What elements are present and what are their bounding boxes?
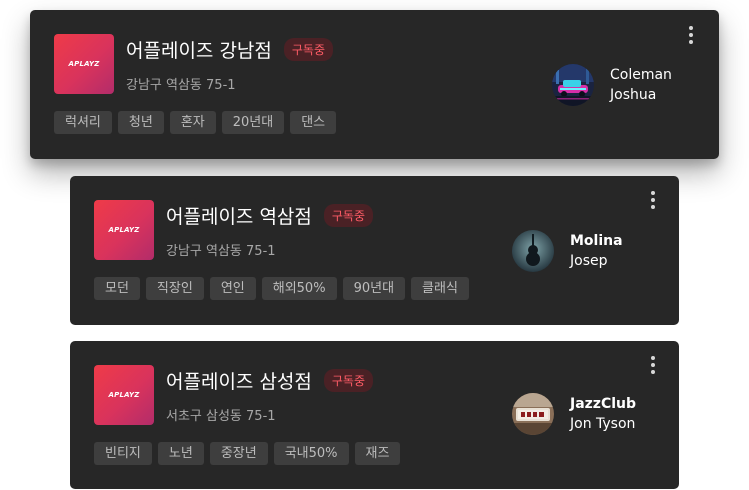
artist-info[interactable]: Coleman Joshua — [552, 64, 672, 106]
store-name[interactable]: 어플레이즈 강남점 — [126, 36, 272, 63]
store-address: 강남구 역삼동 75-1 — [166, 244, 276, 259]
tag: 해외50% — [261, 277, 337, 300]
tag: 청년 — [117, 111, 164, 134]
artist-name: JazzClub Jon Tyson — [570, 394, 636, 434]
tag: 국내50% — [273, 442, 349, 465]
artist-first-name: Coleman — [610, 67, 672, 83]
store-name[interactable]: 어플레이즈 역삼점 — [166, 202, 312, 229]
store-card[interactable]: APLAYZ 어플레이즈 강남점 구독중 강남구 역삼동 75-1 럭셔리 청년… — [30, 10, 719, 159]
store-card[interactable]: APLAYZ 어플레이즈 삼성점 구독중 서초구 삼성동 75-1 빈티지 노년… — [70, 341, 679, 489]
tag: 댄스 — [290, 111, 337, 134]
tag: 혼자 — [169, 111, 216, 134]
store-address: 강남구 역삼동 75-1 — [126, 78, 236, 93]
tag: 클래식 — [411, 277, 469, 300]
tag: 90년대 — [342, 277, 406, 300]
artist-first-name: JazzClub — [570, 396, 637, 412]
artist-first-name: Molina — [570, 233, 623, 249]
subscription-badge: 구독중 — [323, 204, 374, 227]
logo-text: APLAYZ — [68, 60, 100, 68]
artist-info[interactable]: Molina Josep — [512, 230, 623, 272]
aplayz-logo: APLAYZ — [54, 34, 114, 94]
artist-last-name: Jon Tyson — [570, 416, 636, 432]
tag: 노년 — [157, 442, 204, 465]
violin-avatar — [512, 230, 554, 272]
tag-list: 빈티지 노년 중장년 국내50% 재즈 — [94, 442, 401, 465]
more-options-icon[interactable] — [645, 354, 661, 376]
tag: 빈티지 — [94, 442, 152, 465]
neon-car-avatar — [552, 64, 594, 106]
aplayz-logo: APLAYZ — [94, 200, 154, 260]
store-address: 서초구 삼성동 75-1 — [166, 409, 276, 424]
tag-list: 럭셔리 청년 혼자 20년대 댄스 — [54, 111, 337, 134]
subscription-badge: 구독중 — [283, 38, 334, 61]
tag: 모던 — [94, 277, 140, 300]
store-title-row: 어플레이즈 삼성점 구독중 — [166, 367, 374, 394]
tag: 재즈 — [354, 442, 401, 465]
store-title-row: 어플레이즈 역삼점 구독중 — [166, 202, 374, 229]
artist-last-name: Joshua — [610, 87, 657, 103]
artist-name: Coleman Joshua — [610, 65, 672, 105]
aplayz-logo: APLAYZ — [94, 365, 154, 425]
logo-text: APLAYZ — [108, 226, 140, 234]
subscription-badge: 구독중 — [323, 369, 374, 392]
more-options-icon[interactable] — [683, 24, 699, 46]
tag: 직장인 — [145, 277, 204, 300]
tag: 럭셔리 — [54, 111, 112, 134]
store-card[interactable]: APLAYZ 어플레이즈 역삼점 구독중 강남구 역삼동 75-1 모던 직장인… — [70, 176, 679, 325]
tag: 중장년 — [209, 442, 268, 465]
artist-last-name: Josep — [570, 253, 608, 269]
logo-text: APLAYZ — [108, 391, 140, 399]
store-title-row: 어플레이즈 강남점 구독중 — [126, 36, 334, 63]
more-options-icon[interactable] — [645, 189, 661, 211]
store-name[interactable]: 어플레이즈 삼성점 — [166, 367, 312, 394]
tag-list: 모던 직장인 연인 해외50% 90년대 클래식 — [94, 277, 469, 300]
artist-info[interactable]: JazzClub Jon Tyson — [512, 393, 636, 435]
artist-name: Molina Josep — [570, 231, 623, 271]
jazz-club-sign-avatar — [512, 393, 554, 435]
tag: 20년대 — [221, 111, 285, 134]
tag: 연인 — [209, 277, 256, 300]
